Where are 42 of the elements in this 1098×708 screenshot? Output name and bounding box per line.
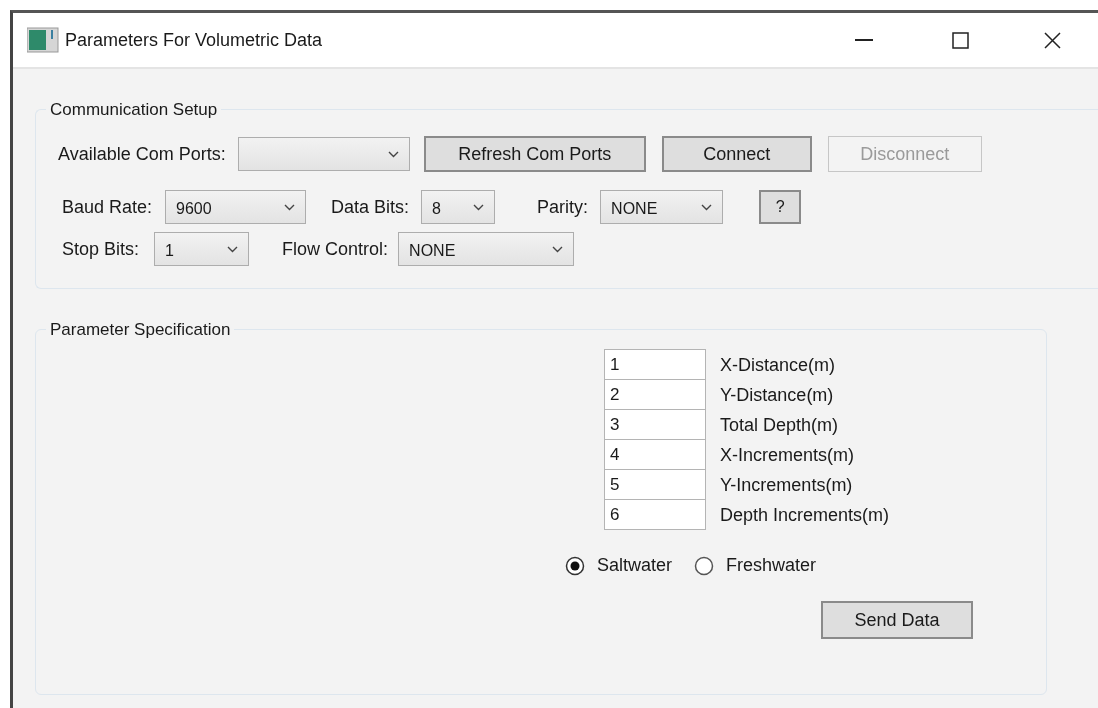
- help-button[interactable]: ?: [759, 190, 802, 224]
- input-field[interactable]: 2: [604, 379, 706, 410]
- radio-button[interactable]: [565, 555, 585, 576]
- field-label: X-Increments(m): [720, 443, 854, 467]
- minimize-icon: [855, 39, 873, 41]
- close-icon: [1043, 31, 1061, 49]
- chevron-down-icon: [473, 203, 485, 211]
- input-field[interactable]: 6: [604, 499, 706, 530]
- field-label: Y-Distance(m): [720, 383, 834, 407]
- window-title: Parameters For Volumetric Data: [65, 28, 323, 52]
- field-label: Baud Rate:: [62, 195, 153, 219]
- radio-label[interactable]: Saltwater: [597, 552, 673, 579]
- input-field[interactable]: 1: [604, 349, 706, 380]
- dropdown[interactable]: 8: [421, 190, 496, 224]
- dropdown[interactable]: NONE: [398, 232, 575, 266]
- app-icon: [27, 27, 59, 53]
- radio-button[interactable]: [694, 555, 715, 576]
- field-label: Y-Increments(m): [720, 473, 853, 497]
- input-field[interactable]: 4: [604, 439, 706, 470]
- chevron-down-icon: [552, 245, 564, 253]
- input-field[interactable]: 5: [604, 469, 706, 500]
- field-label: Depth Increments(m): [720, 503, 890, 527]
- field-label: Data Bits:: [331, 195, 410, 219]
- input-field[interactable]: 3: [604, 409, 706, 440]
- dropdown[interactable]: 1: [154, 232, 250, 266]
- field-label: Total Depth(m): [720, 413, 839, 437]
- chevron-down-icon: [387, 150, 399, 158]
- dropdown[interactable]: NONE: [600, 190, 724, 224]
- button[interactable]: Refresh Com Ports: [423, 136, 646, 172]
- field-label: Available Com Ports:: [58, 142, 226, 166]
- field-label: X-Distance(m): [720, 353, 835, 377]
- button[interactable]: Connect: [661, 136, 812, 172]
- chevron-down-icon: [227, 245, 239, 253]
- send-button[interactable]: Send Data: [821, 601, 973, 639]
- chevron-down-icon: [701, 203, 713, 211]
- maximize-icon: [951, 31, 969, 49]
- radio-label[interactable]: Freshwater: [726, 552, 817, 579]
- chevron-down-icon: [284, 203, 296, 211]
- field-label: Stop Bits:: [62, 237, 140, 261]
- field-label: Parity:: [537, 195, 589, 219]
- field-label: Flow Control:: [282, 237, 389, 261]
- dropdown[interactable]: 9600: [165, 190, 307, 224]
